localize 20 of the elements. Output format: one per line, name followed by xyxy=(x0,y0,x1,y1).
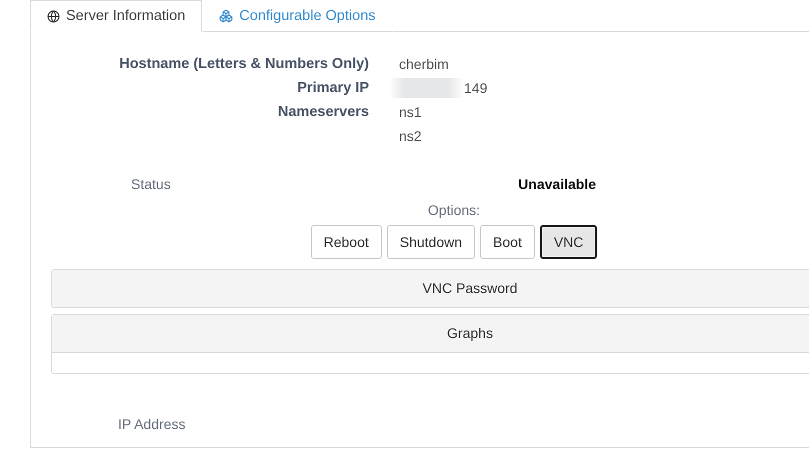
option-button[interactable]: VNC xyxy=(540,225,598,259)
cubes-icon xyxy=(219,9,234,23)
field-value: ns1 xyxy=(399,103,422,122)
field-label: Nameservers xyxy=(278,103,369,122)
globe-icon xyxy=(47,10,60,22)
field-label: Primary IP xyxy=(297,79,369,98)
accordion-header[interactable]: VNC Password xyxy=(52,270,809,307)
field-value: cherbim xyxy=(399,55,449,74)
option-button[interactable]: Reboot xyxy=(310,225,382,259)
field-value: 149 xyxy=(464,79,488,98)
option-button[interactable]: Shutdown xyxy=(386,225,476,259)
option-button[interactable]: Boot xyxy=(480,225,535,259)
ip-address-label: IP Address xyxy=(118,416,186,432)
accordion-header[interactable]: Graphs xyxy=(52,315,809,353)
field-label: Hostname (Letters & Numbers Only) xyxy=(119,55,369,74)
tab[interactable]: Server Information xyxy=(30,0,202,32)
status-value: Unavailable xyxy=(518,176,596,192)
status-label: Status xyxy=(131,176,171,192)
field-value: ns2 xyxy=(399,127,422,146)
options-label: Options: xyxy=(428,201,480,220)
